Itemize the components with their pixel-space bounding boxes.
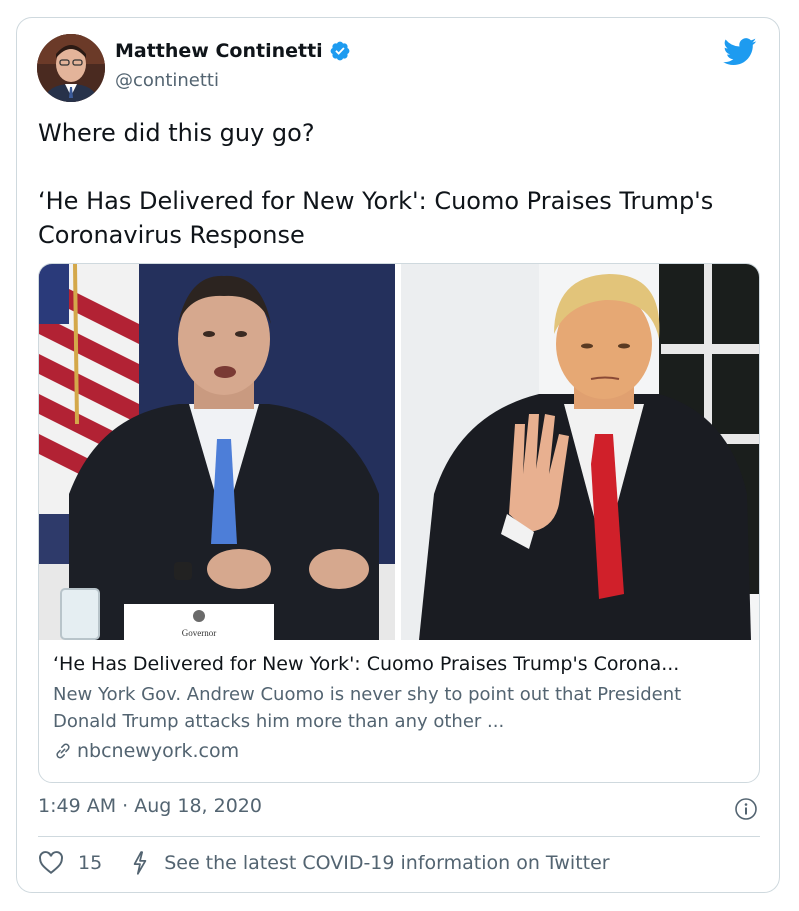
link-card-domain: nbcnewyork.com [77, 740, 240, 762]
like-button[interactable]: 15 [38, 851, 102, 875]
heart-icon [39, 851, 63, 874]
link-preview-card[interactable]: Governor ‘He Has Delivered for New York'… [38, 263, 760, 783]
author-name-row: Matthew Continetti [115, 40, 351, 62]
tweet-card: Matthew Continetti @continetti Where did… [16, 17, 780, 893]
divider [38, 836, 760, 837]
nameplate-text: Governor [182, 628, 217, 638]
link-card-title: ‘He Has Delivered for New York': Cuomo P… [53, 653, 680, 675]
avatar-image [37, 34, 105, 102]
avatar[interactable] [37, 34, 105, 102]
twitter-bird-icon[interactable] [723, 38, 757, 66]
verified-badge-icon [330, 41, 350, 61]
lightning-icon [133, 851, 147, 875]
link-card-description: New York Gov. Andrew Cuomo is never shy … [53, 684, 682, 732]
covid-info-link[interactable]: See the latest COVID-19 information on T… [130, 850, 610, 876]
author-handle[interactable]: @continetti [115, 70, 219, 91]
link-icon [56, 743, 70, 759]
author-name[interactable]: Matthew Continetti [115, 40, 323, 62]
link-preview-image: Governor [39, 264, 759, 640]
covid-info-text: See the latest COVID-19 information on T… [164, 852, 610, 874]
info-icon[interactable] [734, 797, 758, 821]
link-card-meta: ‘He Has Delivered for New York': Cuomo P… [53, 650, 747, 765]
tweet-line-1: Where did this guy go? [38, 119, 315, 147]
tweet-timestamp[interactable]: 1:49 AM · Aug 18, 2020 [38, 795, 262, 817]
like-count: 15 [78, 852, 103, 874]
link-card-domain-row: nbcnewyork.com [53, 737, 747, 765]
tweet-line-2: ‘He Has Delivered for New York': Cuomo P… [38, 187, 714, 249]
tweet-text: Where did this guy go? ‘He Has Delivered… [38, 116, 758, 252]
tweet-actions: 15 See the latest COVID-19 information o… [38, 850, 610, 876]
